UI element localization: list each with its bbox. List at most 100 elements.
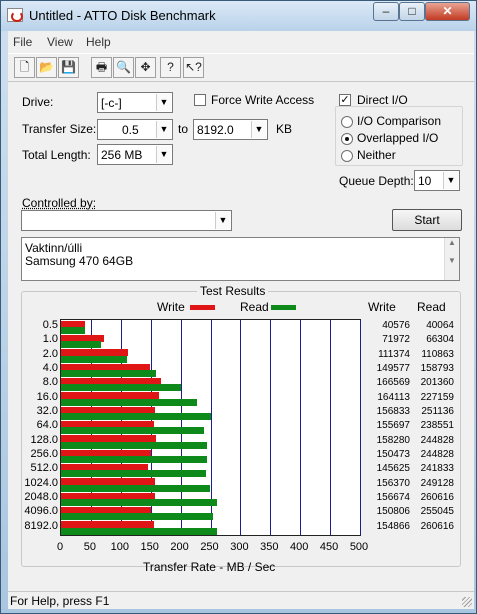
kb-label: KB <box>276 122 293 136</box>
overlapped-io-label: Overlapped I/O <box>357 131 439 145</box>
x-tick-label: 250 <box>200 541 219 553</box>
transfer-size-tick-label: 4.0 <box>42 362 58 374</box>
context-help-icon[interactable]: ↖? <box>183 57 204 78</box>
read-bar <box>61 499 217 506</box>
read-value: 244828 <box>420 434 454 446</box>
transfer-from-select[interactable]: 0.5 ▼ <box>97 119 173 140</box>
controlled-by-select[interactable]: ▼ <box>21 210 232 231</box>
transfer-size-tick-label: 1024.0 <box>24 476 58 489</box>
force-write-checkbox[interactable] <box>194 94 206 106</box>
read-bar <box>61 341 101 349</box>
menu-file[interactable]: File <box>13 35 32 49</box>
x-tick-label: 500 <box>349 541 369 553</box>
transfer-rate-chart <box>60 319 361 536</box>
legend-write-label: Write <box>157 300 185 314</box>
drive-select[interactable]: [-c-] ▼ <box>97 92 173 113</box>
title-bar[interactable]: Untitled - ATTO Disk Benchmark – □ ✕ <box>1 1 476 31</box>
transfer-size-tick-label: 8192.0 <box>24 519 58 532</box>
transfer-size-tick-label: 256.0 <box>30 448 58 460</box>
gridline <box>330 320 332 535</box>
queue-depth-select[interactable]: 10 ▼ <box>414 170 460 191</box>
read-bar <box>61 413 212 420</box>
read-bar <box>61 427 204 435</box>
io-comparison-radio[interactable] <box>341 116 353 128</box>
x-tick-label: 200 <box>170 541 189 553</box>
start-button[interactable]: Start <box>392 209 462 231</box>
transfer-to-select[interactable]: 8192.0 ▼ <box>193 119 268 140</box>
transfer-size-tick-label: 512.0 <box>30 462 58 475</box>
close-button[interactable]: ✕ <box>425 2 470 21</box>
read-bar <box>61 513 214 521</box>
open-icon[interactable]: 📂 <box>36 57 57 78</box>
new-icon[interactable]: 🗋 <box>14 57 35 78</box>
to-label: to <box>178 122 189 136</box>
gridline <box>270 320 272 535</box>
read-column-header: Read <box>417 300 446 314</box>
chevron-down-icon: ▼ <box>156 146 171 163</box>
drive-label: Drive: <box>22 95 54 109</box>
overlapped-io-radio[interactable] <box>341 133 353 145</box>
queue-depth-label: Queue Depth: <box>339 174 414 188</box>
legend-read-swatch <box>271 305 296 310</box>
x-tick-label: 450 <box>319 541 339 553</box>
controlled-by-label: Controlled by: <box>22 196 97 210</box>
legend-write-swatch <box>190 305 215 310</box>
x-tick-label: 50 <box>83 541 97 553</box>
total-length-select[interactable]: 256 MB ▼ <box>97 144 173 165</box>
minimize-button[interactable]: – <box>373 2 399 21</box>
move-icon[interactable]: ✥ <box>135 57 156 78</box>
x-tick-label: 0 <box>56 541 64 553</box>
save-icon[interactable]: 💾 <box>58 57 79 78</box>
status-text: For Help, press F1 <box>10 594 110 608</box>
chevron-down-icon: ▼ <box>156 121 171 138</box>
read-value: 260616 <box>420 520 454 532</box>
read-value: 249128 <box>420 477 454 489</box>
transfer-size-tick-label: 8.0 <box>42 376 58 389</box>
maximize-button[interactable]: □ <box>399 2 425 21</box>
chevron-down-icon: ▼ <box>443 172 458 189</box>
help-icon[interactable]: ? <box>160 57 181 78</box>
atto-app-icon <box>7 8 23 22</box>
read-value: 251136 <box>421 406 454 417</box>
read-bar <box>61 355 128 363</box>
print-icon[interactable]: 🖶 <box>91 57 112 78</box>
test-results-title: Test Results <box>197 284 269 298</box>
status-bar: For Help, press F1 <box>8 591 474 609</box>
x-tick-label: 400 <box>290 541 309 553</box>
transfer-to-value: 8192.0 <box>197 123 234 137</box>
neither-radio[interactable] <box>341 150 353 162</box>
x-tick-label: 100 <box>110 541 129 553</box>
resize-grip-icon[interactable] <box>462 597 472 607</box>
total-length-label: Total Length: <box>22 148 91 162</box>
chevron-down-icon: ▼ <box>251 121 266 138</box>
read-value: 241833 <box>420 463 454 475</box>
print-preview-icon[interactable]: 🔍 <box>113 57 134 78</box>
force-write-label: Force Write Access <box>211 93 315 107</box>
read-bar <box>61 456 208 463</box>
legend-read-label: Read <box>240 300 269 314</box>
chevron-down-icon: ▼ <box>215 212 230 229</box>
transfer-size-tick-label: 64.0 <box>36 419 58 432</box>
read-bar <box>61 327 85 334</box>
main-panel: Drive: [-c-] ▼ Force Write Access ✓ Dire… <box>8 81 474 591</box>
read-bar <box>61 470 206 478</box>
transfer-size-tick-label: 2048.0 <box>24 491 58 503</box>
menu-bar: File View Help <box>8 31 474 53</box>
direct-io-checkbox[interactable]: ✓ <box>339 94 351 106</box>
transfer-size-tick-label: 1.0 <box>42 333 58 346</box>
description-textarea[interactable]: Vaktinn/úlli Samsung 470 64GB ▲ ▼ <box>21 237 460 281</box>
read-value: 260616 <box>420 492 454 503</box>
drive-value: [-c-] <box>101 96 122 110</box>
description-scrollbar[interactable]: ▲ ▼ <box>444 238 459 280</box>
read-value: 110863 <box>421 348 454 360</box>
transfer-size-tick-label: 32.0 <box>36 405 58 417</box>
read-bar <box>61 384 182 392</box>
transfer-size-tick-label: 0.5 <box>42 319 58 331</box>
menu-view[interactable]: View <box>47 35 73 49</box>
read-value: 244828 <box>420 449 454 460</box>
menu-help[interactable]: Help <box>86 35 111 49</box>
read-value: 158793 <box>420 363 454 374</box>
gridline <box>300 320 302 535</box>
io-comparison-label: I/O Comparison <box>357 114 442 128</box>
write-column-header: Write <box>368 300 396 314</box>
